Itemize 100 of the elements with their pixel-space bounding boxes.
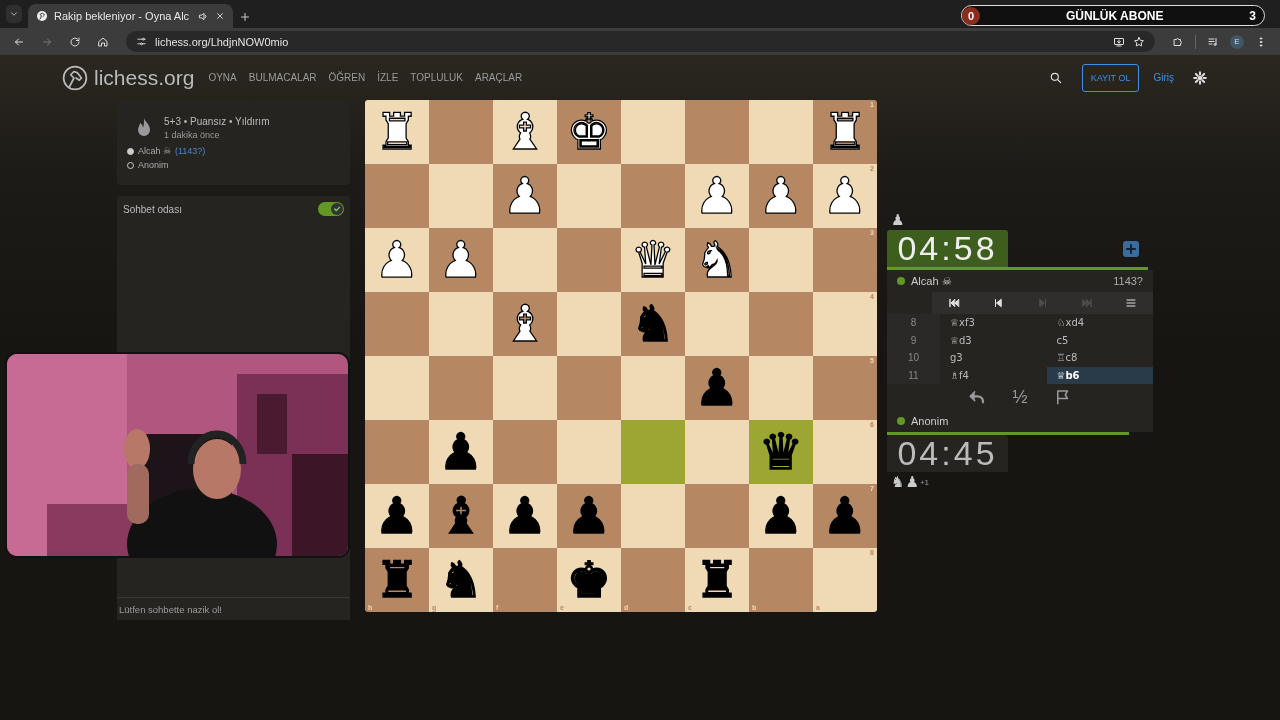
chess-piece[interactable]: ♝ [502,299,548,349]
nav-link[interactable]: ARAÇLAR [474,72,523,83]
arrow-left-icon [13,35,25,48]
chess-piece[interactable]: ♜ [374,555,420,605]
add-time-button[interactable] [1123,240,1139,257]
board-square[interactable] [557,292,621,356]
signup-button[interactable]: KAYIT OL [1081,63,1140,92]
board-square[interactable] [429,100,493,164]
board-square[interactable] [365,420,429,484]
board-square[interactable] [429,292,493,356]
board-square[interactable] [557,420,621,484]
board-square[interactable]: ♛ [749,420,813,484]
board-square[interactable]: ♞ [685,228,749,292]
chess-piece[interactable]: ♟ [438,235,484,285]
board-square[interactable] [493,356,557,420]
tab-list-button[interactable] [6,5,22,23]
move[interactable]: ♕b6 [1046,366,1153,384]
takeback-button[interactable] [968,388,987,406]
chess-piece[interactable]: ♝ [438,491,484,541]
move[interactable]: ♖c8 [1046,349,1153,367]
profile-avatar[interactable]: E [1230,34,1244,49]
move[interactable]: c5 [1046,331,1153,349]
settings-icon [1193,70,1207,85]
board-square[interactable]: ♟ [749,484,813,548]
online-dot [897,417,905,425]
board-square[interactable]: ♟ [429,228,493,292]
address-field[interactable]: lichess.org/LhdjnNOW0mio [126,31,1155,52]
chess-piece[interactable]: ♟ [694,363,740,413]
chess-piece[interactable]: ♛ [758,427,804,477]
board-square[interactable] [621,356,685,420]
board-square[interactable] [557,228,621,292]
board-square[interactable]: ♟ [493,164,557,228]
board-square[interactable] [621,100,685,164]
board-square[interactable] [365,356,429,420]
chess-piece[interactable]: ♚ [566,555,612,605]
board-square[interactable] [685,420,749,484]
chess-piece[interactable]: ♟ [822,491,868,541]
board-square[interactable] [749,100,813,164]
board-square[interactable] [621,164,685,228]
nav-link[interactable]: ÖĞREN [328,72,366,83]
chess-piece[interactable]: ♟ [502,491,548,541]
nav-link[interactable]: TOPLULUK [410,72,463,83]
board-square[interactable]: ♟ [365,484,429,548]
captured-piece: ♟ [905,473,919,491]
board-square[interactable] [365,292,429,356]
board-square[interactable] [749,356,813,420]
chess-piece[interactable]: ♟ [758,171,804,221]
board-square[interactable] [749,292,813,356]
move[interactable]: ♕xf3 [940,314,1047,332]
board-square[interactable] [493,228,557,292]
chess-piece[interactable]: ♞ [438,555,484,605]
move[interactable]: ♘xd4 [1046,314,1153,332]
board-square[interactable]: ♝ [493,292,557,356]
chess-piece[interactable]: ♞ [630,299,676,349]
chess-piece[interactable]: ♟ [438,427,484,477]
board-square[interactable]: ♟ [749,164,813,228]
board-square[interactable]: ♝ [429,484,493,548]
move[interactable]: ♕d3 [940,331,1047,349]
board-square[interactable] [621,420,685,484]
new-tab-button[interactable] [239,11,251,23]
board-square[interactable]: ♟ [557,484,621,548]
nav-link[interactable]: BULMACALAR [248,72,317,83]
board-square[interactable] [365,164,429,228]
chat-input-field[interactable]: Lütfen sohbette nazik ol! [117,597,350,620]
chess-piece[interactable]: ♟ [374,491,420,541]
chat-toggle[interactable] [318,202,344,216]
login-link[interactable]: Giriş [1153,72,1174,83]
chess-piece[interactable]: ♜ [822,107,868,157]
reload-icon [69,35,81,48]
chess-piece[interactable]: ♟ [758,491,804,541]
chess-piece[interactable]: ♟ [566,491,612,541]
board-square[interactable] [557,164,621,228]
site-logo-text[interactable]: lichess.org [94,65,195,90]
board-square[interactable] [685,292,749,356]
playlist-icon [1207,35,1219,48]
board-square[interactable] [429,356,493,420]
chess-piece[interactable]: ♟ [502,171,548,221]
nav-link[interactable]: İZLE [377,72,399,83]
board-square[interactable]: ♟ [429,420,493,484]
board-square[interactable] [685,100,749,164]
board-square[interactable] [557,356,621,420]
chess-piece[interactable]: ♜ [694,555,740,605]
draw-offer-button[interactable]: ½ [1012,386,1028,408]
board-square[interactable]: ♟ [493,484,557,548]
board-square[interactable] [429,164,493,228]
board-square[interactable]: ♟ [685,356,749,420]
online-dot [897,277,905,285]
board-square[interactable] [749,228,813,292]
game-type-text: 5+3 • Puansız • Yıldırım [164,116,270,127]
goal-target-count: 3 [1249,8,1257,23]
board-square[interactable] [621,484,685,548]
browser-tab[interactable]: Rakip bekleniyor - Oyna Alc [28,4,233,28]
board-square[interactable] [685,484,749,548]
board-square[interactable]: ♞ [621,292,685,356]
goal-title: GÜNLÜK ABONE [1064,8,1165,23]
move[interactable]: g3 [940,349,1047,367]
chess-piece[interactable]: ♞ [694,235,740,285]
move[interactable]: ♗f4 [940,366,1047,384]
board-square[interactable] [493,420,557,484]
nav-link[interactable]: OYNA [208,72,237,83]
